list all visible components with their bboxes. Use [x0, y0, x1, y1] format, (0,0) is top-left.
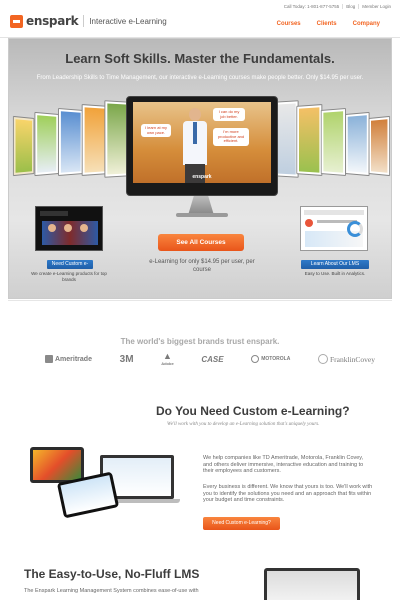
learn-about-lms-button[interactable]: Learn About Our LMS — [301, 260, 369, 269]
see-all-courses-button[interactable]: See All Courses — [158, 234, 244, 251]
screen-brand-bar: enspark — [133, 171, 271, 183]
custom-paragraph-2: Every business is different. We know tha… — [203, 484, 373, 504]
enspark-logo-icon — [10, 14, 23, 28]
custom-note: We create e-Learning products for top br… — [31, 271, 107, 282]
member-login-link[interactable]: Member Login — [358, 4, 394, 9]
course-slide[interactable] — [345, 111, 370, 177]
logo-text: enspark — [26, 14, 79, 28]
speech-bubble: I learn at my own pace. — [141, 124, 171, 138]
screen-brand-text: enspark — [192, 174, 212, 180]
course-slide[interactable] — [296, 104, 323, 176]
price-note: e-Learning for only $14.95 per user, per… — [149, 259, 255, 273]
ameritrade-logo: Ameritrade — [45, 355, 92, 363]
logo-divider — [83, 15, 85, 27]
adobe-icon: ▲ — [162, 351, 172, 361]
utility-links: Call Today: 1-801-877-5755 Blog Member L… — [281, 4, 394, 9]
speech-bubble: I'm more productive and efficient. — [213, 128, 249, 146]
phone-link[interactable]: Call Today: 1-801-877-5755 — [281, 4, 342, 9]
lms-screenshot — [264, 568, 360, 600]
hero-title: Learn Soft Skills. Master the Fundamenta… — [65, 51, 335, 66]
top-bar: enspark Interactive e-Learning Call Toda… — [0, 0, 400, 38]
course-slide[interactable] — [12, 115, 35, 177]
main-nav: Courses Clients Company — [277, 21, 380, 27]
blog-link[interactable]: Blog — [342, 4, 358, 9]
monitor-base — [176, 213, 228, 217]
hero-banner: Learn Soft Skills. Master the Fundamenta… — [8, 38, 392, 299]
brand-logos: Ameritrade 3M ▲ Adobe CASE MOTOROLA Frank… — [45, 352, 375, 366]
custom-elearning-thumbnail[interactable] — [35, 206, 103, 251]
adobe-logo: ▲ Adobe — [161, 351, 174, 367]
devices-image — [30, 447, 180, 519]
custom-section-subtitle: We'll work with you to develop an e-Lear… — [167, 422, 320, 427]
motorola-icon — [251, 355, 260, 363]
need-custom-button[interactable]: Need Custom e- — [47, 260, 93, 269]
hero-monitor: I can do my job better. I learn at my ow… — [126, 96, 278, 196]
tablet-image — [30, 447, 84, 483]
td-logo-icon — [45, 355, 53, 363]
case-logo: CASE — [201, 354, 224, 364]
course-slide[interactable] — [320, 107, 346, 177]
nav-company[interactable]: Company — [353, 21, 380, 27]
nav-clients[interactable]: Clients — [317, 21, 337, 27]
3m-logo: 3M — [119, 353, 134, 365]
hero-subtitle: From Leadership Skills to Time Managemen… — [36, 75, 364, 81]
lms-paragraph: The Enspark Learning Management System c… — [24, 588, 199, 594]
speech-bubble: I can do my job better. — [213, 108, 245, 122]
nav-courses[interactable]: Courses — [277, 21, 301, 27]
lms-thumbnail[interactable] — [300, 206, 368, 251]
franklincovey-icon — [318, 354, 328, 364]
course-slide[interactable] — [34, 111, 59, 177]
section-divider — [8, 300, 392, 301]
motorola-logo: MOTOROLA — [251, 355, 290, 363]
lms-note: Easy to Use. Built in Analytics. — [304, 271, 366, 276]
brands-title: The world's biggest brands trust enspark… — [120, 337, 280, 346]
franklincovey-logo: FranklinCovey — [318, 354, 375, 364]
custom-section-title: Do You Need Custom e-Learning? — [156, 404, 350, 418]
page: enspark Interactive e-Learning Call Toda… — [0, 0, 400, 600]
monitor-stand — [188, 196, 214, 214]
custom-paragraph-1: We help companies like TD Ameritrade, Mo… — [203, 455, 364, 475]
tagline: Interactive e-Learning — [89, 16, 167, 26]
monitor-screen: I can do my job better. I learn at my ow… — [133, 102, 271, 183]
course-slide[interactable] — [368, 115, 391, 177]
lms-section-title: The Easy-to-Use, No-Fluff LMS — [24, 567, 200, 581]
course-slide[interactable] — [58, 107, 84, 177]
need-custom-elearning-button[interactable]: Need Custom e-Learning? — [203, 517, 280, 530]
logo[interactable]: enspark Interactive e-Learning — [10, 14, 167, 28]
